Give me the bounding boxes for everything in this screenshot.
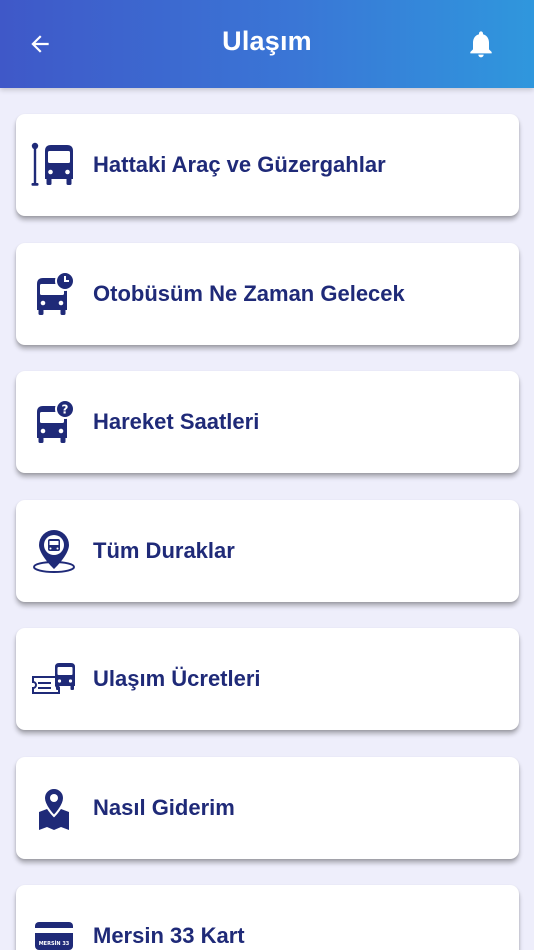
menu-item-fares[interactable]: Ulaşım Ücretleri [16, 628, 519, 730]
menu-item-label: Otobüsüm Ne Zaman Gelecek [93, 281, 405, 306]
bus-question-icon: ? [31, 398, 77, 446]
map-pin-icon [31, 784, 77, 832]
app-header: Ulaşım [0, 0, 534, 88]
menu-item-label: Mersin 33 Kart [93, 923, 245, 948]
app-screen: Ulaşım Hattaki Araç ve Güzergahlar Otobü… [0, 0, 534, 950]
notifications-button[interactable] [464, 24, 498, 64]
menu-item-bus-arrival[interactable]: Otobüsüm Ne Zaman Gelecek [16, 243, 519, 345]
card-icon: MERSİN 33 [31, 912, 77, 950]
menu-item-schedules[interactable]: ? Hareket Saatleri [16, 371, 519, 473]
card-caption: MERSİN 33 [39, 940, 70, 947]
bus-stop-icon [31, 141, 77, 189]
menu-item-label: Tüm Duraklar [93, 538, 235, 563]
bus-ticket-icon [31, 655, 77, 703]
menu-item-label: Ulaşım Ücretleri [93, 666, 261, 691]
menu-item-label: Nasıl Giderim [93, 795, 235, 820]
bus-clock-icon [31, 270, 77, 318]
page-title: Ulaşım [222, 26, 312, 56]
menu-item-how-to-go[interactable]: Nasıl Giderim [16, 757, 519, 859]
svg-text:?: ? [62, 403, 69, 417]
menu-item-label: Hattaki Araç ve Güzergahlar [93, 152, 386, 177]
bus-location-icon [31, 527, 77, 575]
bell-icon [470, 31, 492, 58]
menu-item-all-stops[interactable]: Tüm Duraklar [16, 500, 519, 602]
menu-item-mersin-card[interactable]: MERSİN 33 Mersin 33 Kart [16, 885, 519, 950]
menu-item-label: Hareket Saatleri [93, 409, 260, 434]
menu-item-routes[interactable]: Hattaki Araç ve Güzergahlar [16, 114, 519, 216]
